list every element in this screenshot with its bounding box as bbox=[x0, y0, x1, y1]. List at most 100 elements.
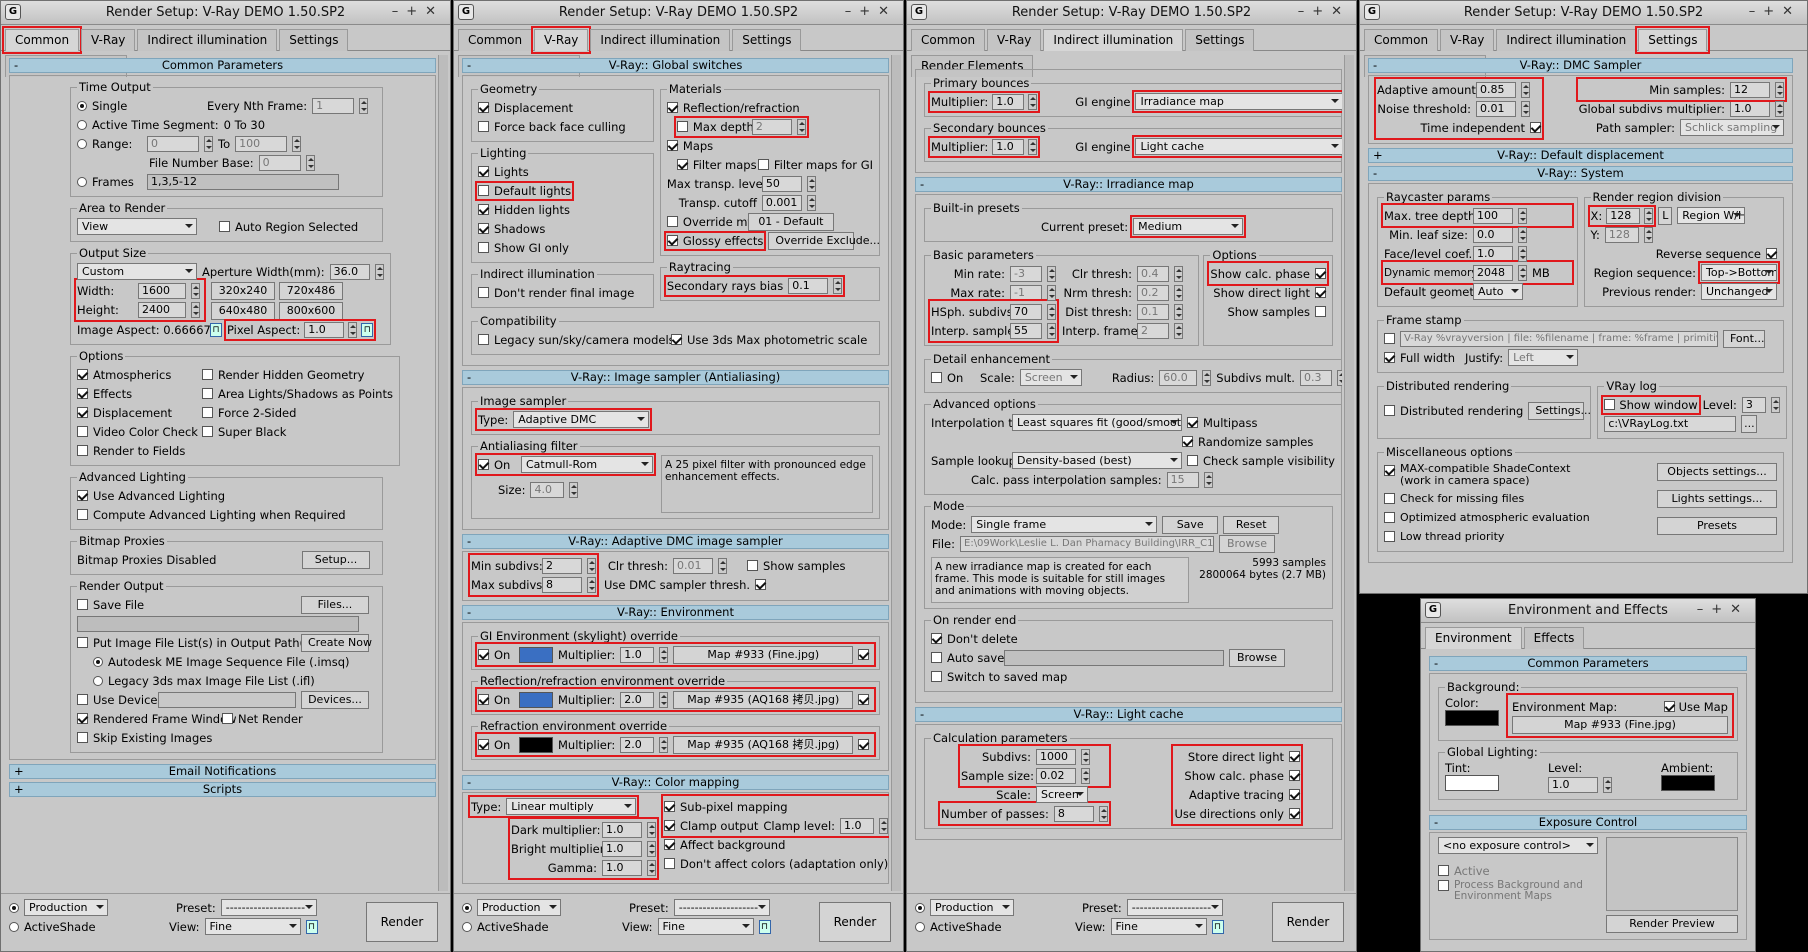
spinner[interactable] bbox=[359, 97, 369, 114]
spinner[interactable] bbox=[647, 821, 656, 838]
spinner[interactable] bbox=[1518, 245, 1527, 262]
tab-vray[interactable]: V-Ray bbox=[987, 29, 1042, 51]
atmospherics-checkbox[interactable] bbox=[77, 369, 88, 380]
region-wh-dropdown[interactable]: Region W/H bbox=[1677, 207, 1746, 224]
background-color-swatch[interactable] bbox=[1445, 710, 1499, 726]
previous-render-dropdown[interactable]: Unchanged bbox=[1701, 283, 1777, 300]
setup-button[interactable]: Setup... bbox=[302, 550, 370, 569]
preset-dropdown[interactable]: -------------------- bbox=[1126, 899, 1223, 916]
nth-frame-field[interactable]: 1 bbox=[312, 97, 355, 114]
tab-indirect-illumination[interactable]: Indirect illumination bbox=[590, 29, 731, 51]
range-radio[interactable] bbox=[77, 138, 87, 149]
gi-env-on-checkbox[interactable] bbox=[478, 649, 489, 660]
spinner[interactable] bbox=[659, 646, 669, 663]
spinner[interactable] bbox=[1603, 776, 1612, 793]
production-dropdown[interactable]: Production bbox=[24, 899, 108, 916]
spinner[interactable] bbox=[1081, 748, 1090, 765]
show-samples-checkbox[interactable] bbox=[1315, 306, 1326, 317]
dist-thresh-field[interactable]: 0.1 bbox=[1137, 303, 1169, 320]
max-subdivs-field[interactable]: 8 bbox=[542, 576, 582, 593]
window-controls[interactable]: –+✕ bbox=[1749, 4, 1801, 19]
spinner[interactable] bbox=[1028, 138, 1038, 155]
single-radio[interactable] bbox=[77, 100, 87, 111]
refr-env-map-button[interactable]: Map #935 (AQ168 拷贝.jpg) bbox=[673, 735, 854, 754]
justify-dropdown[interactable]: Left bbox=[1508, 349, 1579, 366]
tab-common[interactable]: Common bbox=[911, 29, 986, 51]
gi-env-multiplier-field[interactable]: 1.0 bbox=[620, 646, 655, 663]
path-sampler-dropdown[interactable]: Schlick sampling bbox=[1680, 119, 1784, 136]
randomize-samples-checkbox[interactable] bbox=[1182, 436, 1193, 447]
output-size-dropdown[interactable]: Custom bbox=[77, 263, 197, 280]
lock-icon[interactable]: ⊓ bbox=[361, 322, 374, 337]
displacement-checkbox[interactable] bbox=[77, 407, 88, 418]
browse-button[interactable]: Browse bbox=[1219, 534, 1275, 553]
lock-icon[interactable]: ⊓ bbox=[1211, 919, 1224, 934]
spinner[interactable] bbox=[1174, 322, 1183, 339]
rollout-dmc-sampler[interactable]: V-Ray:: DMC Sampler bbox=[1368, 58, 1793, 73]
tab-vray[interactable]: V-Ray bbox=[81, 29, 136, 51]
region-x-field[interactable]: 128 bbox=[1606, 207, 1641, 224]
objects-settings-button[interactable]: Objects settings... bbox=[1657, 463, 1777, 481]
ambient-color-swatch[interactable] bbox=[1661, 775, 1715, 791]
max-rate-field[interactable]: -1 bbox=[1010, 284, 1042, 301]
lights-checkbox[interactable] bbox=[478, 166, 489, 177]
store-direct-checkbox[interactable] bbox=[1289, 751, 1300, 762]
preset-dropdown[interactable]: -------------------- bbox=[220, 899, 317, 916]
spinner[interactable] bbox=[569, 481, 579, 498]
filter-maps-checkbox[interactable] bbox=[676, 159, 688, 170]
log-path-field[interactable]: c:\VRayLog.txt bbox=[1604, 415, 1737, 432]
show-samples-checkbox[interactable] bbox=[747, 560, 758, 571]
use-directions-checkbox[interactable] bbox=[1289, 808, 1300, 819]
spinner[interactable] bbox=[1047, 303, 1056, 320]
spinner[interactable] bbox=[647, 859, 656, 876]
sample-size-field[interactable]: 0.02 bbox=[1036, 767, 1076, 784]
dont-affect-colors-checkbox[interactable] bbox=[664, 858, 675, 869]
optimized-atmo-checkbox[interactable] bbox=[1384, 512, 1395, 523]
production-dropdown[interactable]: Production bbox=[930, 899, 1014, 916]
lights-settings-button[interactable]: Lights settings... bbox=[1657, 490, 1777, 508]
number-of-passes-field[interactable]: 8 bbox=[1053, 805, 1094, 822]
use-3ds-photometric-checkbox[interactable] bbox=[671, 334, 682, 345]
production-dropdown[interactable]: Production bbox=[477, 899, 561, 916]
sample-lookup-dropdown[interactable]: Density-based (best) bbox=[1012, 452, 1182, 469]
interp-frames-field[interactable]: 2 bbox=[1137, 322, 1169, 339]
low-thread-checkbox[interactable] bbox=[1384, 531, 1395, 542]
rollout-environment[interactable]: V-Ray:: Environment bbox=[462, 605, 889, 620]
tab-common[interactable]: Common bbox=[458, 29, 533, 51]
spinner[interactable] bbox=[1775, 100, 1784, 117]
gi-env-color-swatch[interactable] bbox=[519, 646, 553, 663]
interp-type-dropdown[interactable]: Least squares fit (good/smooth) bbox=[1012, 414, 1182, 431]
video-color-check-checkbox[interactable] bbox=[77, 426, 88, 437]
tab-common[interactable]: Common bbox=[1364, 29, 1439, 51]
tab-indirect-illumination[interactable]: Indirect illumination bbox=[137, 29, 278, 51]
glossy-effects-checkbox[interactable] bbox=[666, 235, 678, 246]
preset-320x240-button[interactable]: 320x240 bbox=[211, 282, 275, 300]
hidden-lights-checkbox[interactable] bbox=[478, 204, 489, 215]
sub-pixel-checkbox[interactable] bbox=[664, 801, 675, 812]
presets-button[interactable]: Presets bbox=[1657, 517, 1777, 535]
subdivs-field[interactable]: 1000 bbox=[1036, 748, 1076, 765]
time-independent-checkbox[interactable] bbox=[1530, 122, 1541, 133]
put-image-list-checkbox[interactable] bbox=[77, 637, 88, 648]
max-tree-depth-field[interactable]: 100 bbox=[1473, 207, 1513, 224]
missing-files-checkbox[interactable] bbox=[1384, 493, 1395, 504]
super-black-checkbox[interactable] bbox=[202, 426, 213, 437]
scrollbar[interactable] bbox=[891, 55, 901, 891]
primary-engine-dropdown[interactable]: Irradiance map bbox=[1132, 90, 1342, 113]
view-dropdown[interactable]: Fine bbox=[1110, 918, 1207, 935]
use-device-checkbox[interactable] bbox=[77, 694, 88, 705]
rollout-adaptive-dmc[interactable]: V-Ray:: Adaptive DMC image sampler bbox=[462, 534, 889, 549]
preset-800x600-button[interactable]: 800x600 bbox=[279, 302, 343, 320]
spinner[interactable] bbox=[647, 840, 656, 857]
spinner[interactable] bbox=[1047, 265, 1056, 282]
log-browse-button[interactable]: ... bbox=[1741, 414, 1758, 433]
spinner[interactable] bbox=[191, 282, 200, 299]
spinner[interactable] bbox=[305, 154, 315, 171]
render-button[interactable]: Render bbox=[1272, 902, 1344, 942]
render-button[interactable]: Render bbox=[366, 902, 438, 942]
spinner[interactable] bbox=[587, 576, 596, 593]
tab-settings[interactable]: Settings bbox=[732, 29, 802, 51]
refr-env-on-checkbox[interactable] bbox=[478, 739, 489, 750]
preset-640x480-button[interactable]: 640x480 bbox=[211, 302, 275, 320]
filter-type-dropdown[interactable]: Catmull-Rom bbox=[521, 456, 653, 473]
